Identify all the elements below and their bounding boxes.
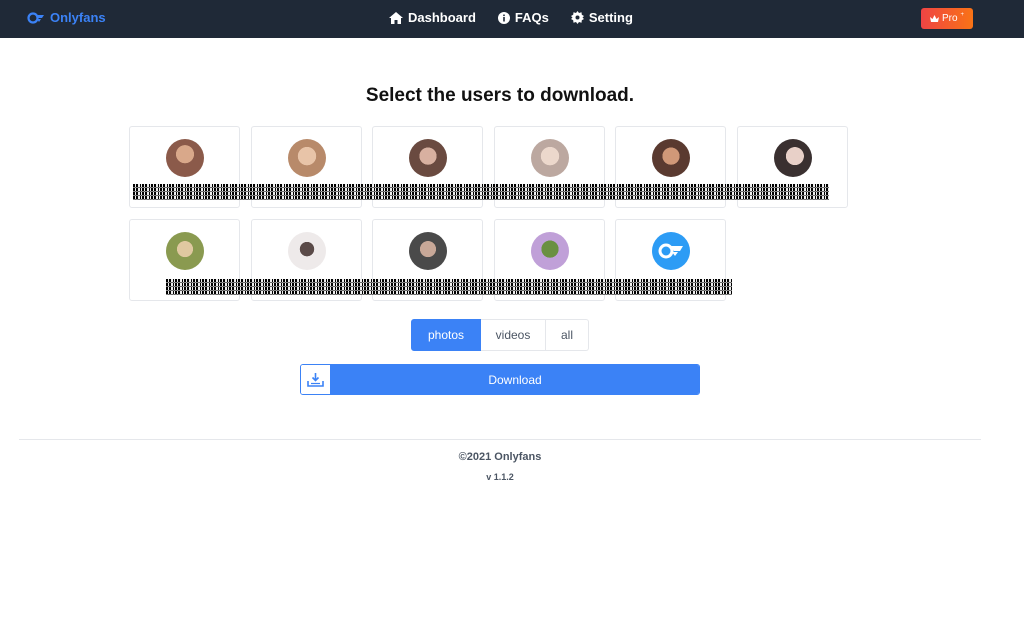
- top-navbar: Onlyfans Dashboard FAQs Setting Pro +: [0, 0, 1024, 38]
- nav-setting-label: Setting: [588, 10, 633, 25]
- home-icon: [389, 11, 403, 24]
- user-avatar: [409, 232, 447, 270]
- onlyfans-logo-icon: [27, 11, 44, 24]
- user-card[interactable]: [494, 219, 605, 301]
- download-label: Download: [331, 365, 699, 394]
- crown-icon: [929, 14, 939, 22]
- brand-logo-link[interactable]: Onlyfans: [27, 10, 106, 25]
- user-avatar: [288, 232, 326, 270]
- user-avatar: [531, 139, 569, 177]
- media-type-tabs: photos videos all: [411, 319, 589, 351]
- pro-label: Pro: [941, 13, 958, 24]
- tab-photos[interactable]: photos: [411, 319, 481, 351]
- nav-faqs-label: FAQs: [514, 10, 549, 25]
- onlyfans-avatar: [652, 232, 690, 270]
- user-avatar: [288, 139, 326, 177]
- user-card[interactable]: [251, 219, 362, 301]
- onlyfans-logo-icon: [658, 243, 683, 259]
- user-card[interactable]: [372, 126, 483, 208]
- user-card[interactable]: [251, 126, 362, 208]
- user-card[interactable]: [372, 219, 483, 301]
- download-button[interactable]: Download: [300, 364, 700, 395]
- copyright-text: ©2021 Onlyfans: [458, 451, 542, 463]
- tab-videos[interactable]: videos: [481, 319, 546, 351]
- user-avatar: [531, 232, 569, 270]
- nav-dashboard[interactable]: Dashboard: [389, 10, 476, 25]
- user-card[interactable]: [615, 126, 726, 208]
- user-avatar: [166, 139, 204, 177]
- user-card[interactable]: [129, 219, 240, 301]
- user-card[interactable]: [129, 126, 240, 208]
- brand-name: Onlyfans: [50, 10, 106, 25]
- nav-links: Dashboard FAQs Setting: [389, 10, 633, 25]
- footer-divider: [19, 439, 981, 440]
- page-title: Select the users to download.: [365, 85, 635, 106]
- nav-faqs[interactable]: FAQs: [497, 10, 549, 25]
- version-text: v 1.1.2: [486, 472, 514, 482]
- user-avatar: [409, 139, 447, 177]
- info-icon: [497, 11, 510, 24]
- tab-all[interactable]: all: [546, 319, 589, 351]
- nav-setting[interactable]: Setting: [570, 10, 633, 25]
- user-avatar: [652, 139, 690, 177]
- user-avatar: [166, 232, 204, 270]
- user-avatar: [774, 139, 812, 177]
- nav-dashboard-label: Dashboard: [408, 10, 476, 25]
- user-card[interactable]: [615, 219, 726, 301]
- download-icon: [301, 365, 331, 394]
- gear-icon: [570, 11, 584, 24]
- pro-button[interactable]: Pro +: [921, 8, 973, 29]
- pro-badge: +: [960, 11, 965, 18]
- user-card[interactable]: [494, 126, 605, 208]
- user-card[interactable]: [737, 126, 848, 208]
